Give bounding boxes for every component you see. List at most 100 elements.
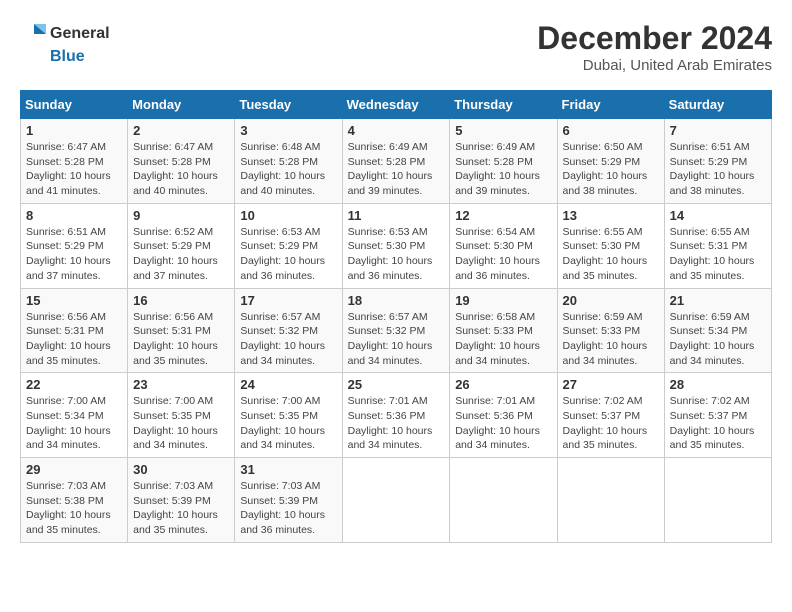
day-number: 3 [240, 123, 336, 138]
day-info: Sunrise: 6:56 AMSunset: 5:31 PMDaylight:… [26, 310, 122, 369]
day-number: 24 [240, 377, 336, 392]
page-header: General Blue December 2024 Dubai, United… [20, 20, 772, 74]
day-number: 31 [240, 462, 336, 477]
day-info: Sunrise: 6:49 AMSunset: 5:28 PMDaylight:… [348, 140, 445, 199]
day-number: 1 [26, 123, 122, 138]
day-number: 25 [348, 377, 445, 392]
day-info: Sunrise: 6:59 AMSunset: 5:34 PMDaylight:… [670, 310, 766, 369]
day-info: Sunrise: 6:59 AMSunset: 5:33 PMDaylight:… [563, 310, 659, 369]
day-info: Sunrise: 7:02 AMSunset: 5:37 PMDaylight:… [563, 394, 659, 453]
day-number: 17 [240, 293, 336, 308]
day-number: 7 [670, 123, 766, 138]
day-info: Sunrise: 6:57 AMSunset: 5:32 PMDaylight:… [348, 310, 445, 369]
calendar-cell: 7Sunrise: 6:51 AMSunset: 5:29 PMDaylight… [664, 119, 771, 204]
calendar-cell: 5 Sunrise: 6:49 AMSunset: 5:28 PMDaylight… [450, 119, 557, 204]
calendar-cell: 30 Sunrise: 7:03 AMSunset: 5:39 PMDayligh… [128, 458, 235, 543]
calendar-cell: 26 Sunrise: 7:01 AMSunset: 5:36 PMDayligh… [450, 373, 557, 458]
calendar-cell: 22Sunrise: 7:00 AMSunset: 5:34 PMDayligh… [21, 373, 128, 458]
day-info: Sunrise: 7:01 AMSunset: 5:36 PMDaylight:… [348, 394, 445, 453]
day-info: Sunrise: 6:53 AMSunset: 5:30 PMDaylight:… [348, 225, 445, 284]
calendar-week-row: 29 Sunrise: 7:03 AMSunset: 5:38 PMDayligh… [21, 458, 772, 543]
day-number: 18 [348, 293, 445, 308]
calendar-week-row: 22Sunrise: 7:00 AMSunset: 5:34 PMDayligh… [21, 373, 772, 458]
calendar-week-row: 1 Sunrise: 6:47 AMSunset: 5:28 PMDaylight… [21, 119, 772, 204]
weekday-header-monday: Monday [128, 91, 235, 119]
day-number: 9 [133, 208, 229, 223]
day-number: 29 [26, 462, 122, 477]
calendar-cell: 21 Sunrise: 6:59 AMSunset: 5:34 PMDayligh… [664, 288, 771, 373]
calendar-cell: 24 Sunrise: 7:00 AMSunset: 5:35 PMDayligh… [235, 373, 342, 458]
calendar-cell: 1 Sunrise: 6:47 AMSunset: 5:28 PMDaylight… [21, 119, 128, 204]
day-number: 2 [133, 123, 229, 138]
day-info: Sunrise: 7:01 AMSunset: 5:36 PMDaylight:… [455, 394, 551, 453]
logo-bird-icon [20, 20, 48, 48]
calendar-week-row: 15 Sunrise: 6:56 AMSunset: 5:31 PMDayligh… [21, 288, 772, 373]
calendar-cell [557, 458, 664, 543]
day-info: Sunrise: 6:47 AMSunset: 5:28 PMDaylight:… [133, 140, 229, 199]
day-info: Sunrise: 7:03 AMSunset: 5:39 PMDaylight:… [133, 479, 229, 538]
calendar-cell: 4 Sunrise: 6:49 AMSunset: 5:28 PMDaylight… [342, 119, 450, 204]
day-number: 13 [563, 208, 659, 223]
calendar-cell: 2 Sunrise: 6:47 AMSunset: 5:28 PMDaylight… [128, 119, 235, 204]
day-number: 30 [133, 462, 229, 477]
day-info: Sunrise: 7:03 AMSunset: 5:38 PMDaylight:… [26, 479, 122, 538]
calendar-cell: 23 Sunrise: 7:00 AMSunset: 5:35 PMDayligh… [128, 373, 235, 458]
calendar-table: SundayMondayTuesdayWednesdayThursdayFrid… [20, 90, 772, 543]
day-number: 11 [348, 208, 445, 223]
day-number: 22 [26, 377, 122, 392]
day-number: 14 [670, 208, 766, 223]
day-number: 15 [26, 293, 122, 308]
day-info: Sunrise: 6:58 AMSunset: 5:33 PMDaylight:… [455, 310, 551, 369]
day-number: 10 [240, 208, 336, 223]
calendar-cell: 18 Sunrise: 6:57 AMSunset: 5:32 PMDayligh… [342, 288, 450, 373]
calendar-cell: 25 Sunrise: 7:01 AMSunset: 5:36 PMDayligh… [342, 373, 450, 458]
calendar-cell: 28 Sunrise: 7:02 AMSunset: 5:37 PMDayligh… [664, 373, 771, 458]
day-info: Sunrise: 7:02 AMSunset: 5:37 PMDaylight:… [670, 394, 766, 453]
weekday-header-row: SundayMondayTuesdayWednesdayThursdayFrid… [21, 91, 772, 119]
day-info: Sunrise: 6:50 AMSunset: 5:29 PMDaylight:… [563, 140, 659, 199]
day-number: 5 [455, 123, 551, 138]
weekday-header-wednesday: Wednesday [342, 91, 450, 119]
calendar-cell: 17 Sunrise: 6:57 AMSunset: 5:32 PMDayligh… [235, 288, 342, 373]
day-info: Sunrise: 6:55 AMSunset: 5:31 PMDaylight:… [670, 225, 766, 284]
calendar-cell: 20 Sunrise: 6:59 AMSunset: 5:33 PMDayligh… [557, 288, 664, 373]
day-info: Sunrise: 6:54 AMSunset: 5:30 PMDaylight:… [455, 225, 551, 284]
day-number: 27 [563, 377, 659, 392]
calendar-cell: 8Sunrise: 6:51 AMSunset: 5:29 PMDaylight… [21, 203, 128, 288]
day-info: Sunrise: 6:49 AMSunset: 5:28 PMDaylight:… [455, 140, 551, 199]
calendar-cell: 11 Sunrise: 6:53 AMSunset: 5:30 PMDayligh… [342, 203, 450, 288]
day-info: Sunrise: 6:56 AMSunset: 5:31 PMDaylight:… [133, 310, 229, 369]
day-number: 28 [670, 377, 766, 392]
day-info: Sunrise: 6:57 AMSunset: 5:32 PMDaylight:… [240, 310, 336, 369]
location: Dubai, United Arab Emirates [537, 57, 772, 74]
calendar-cell: 16 Sunrise: 6:56 AMSunset: 5:31 PMDayligh… [128, 288, 235, 373]
day-info: Sunrise: 7:03 AMSunset: 5:39 PMDaylight:… [240, 479, 336, 538]
weekday-header-friday: Friday [557, 91, 664, 119]
calendar-cell [450, 458, 557, 543]
weekday-header-thursday: Thursday [450, 91, 557, 119]
day-info: Sunrise: 7:00 AMSunset: 5:35 PMDaylight:… [133, 394, 229, 453]
day-info: Sunrise: 6:47 AMSunset: 5:28 PMDaylight:… [26, 140, 122, 199]
day-number: 16 [133, 293, 229, 308]
day-info: Sunrise: 6:55 AMSunset: 5:30 PMDaylight:… [563, 225, 659, 284]
day-info: Sunrise: 6:53 AMSunset: 5:29 PMDaylight:… [240, 225, 336, 284]
day-number: 4 [348, 123, 445, 138]
day-number: 6 [563, 123, 659, 138]
calendar-cell: 27 Sunrise: 7:02 AMSunset: 5:37 PMDayligh… [557, 373, 664, 458]
day-info: Sunrise: 6:52 AMSunset: 5:29 PMDaylight:… [133, 225, 229, 284]
logo: General Blue [20, 20, 110, 66]
day-number: 20 [563, 293, 659, 308]
calendar-cell: 9 Sunrise: 6:52 AMSunset: 5:29 PMDaylight… [128, 203, 235, 288]
calendar-cell: 14 Sunrise: 6:55 AMSunset: 5:31 PMDayligh… [664, 203, 771, 288]
day-number: 21 [670, 293, 766, 308]
calendar-cell [342, 458, 450, 543]
calendar-cell: 3Sunrise: 6:48 AMSunset: 5:28 PMDaylight… [235, 119, 342, 204]
calendar-cell: 19 Sunrise: 6:58 AMSunset: 5:33 PMDayligh… [450, 288, 557, 373]
calendar-cell: 29 Sunrise: 7:03 AMSunset: 5:38 PMDayligh… [21, 458, 128, 543]
weekday-header-saturday: Saturday [664, 91, 771, 119]
day-info: Sunrise: 7:00 AMSunset: 5:35 PMDaylight:… [240, 394, 336, 453]
day-number: 23 [133, 377, 229, 392]
day-number: 19 [455, 293, 551, 308]
day-number: 26 [455, 377, 551, 392]
calendar-cell: 15 Sunrise: 6:56 AMSunset: 5:31 PMDayligh… [21, 288, 128, 373]
